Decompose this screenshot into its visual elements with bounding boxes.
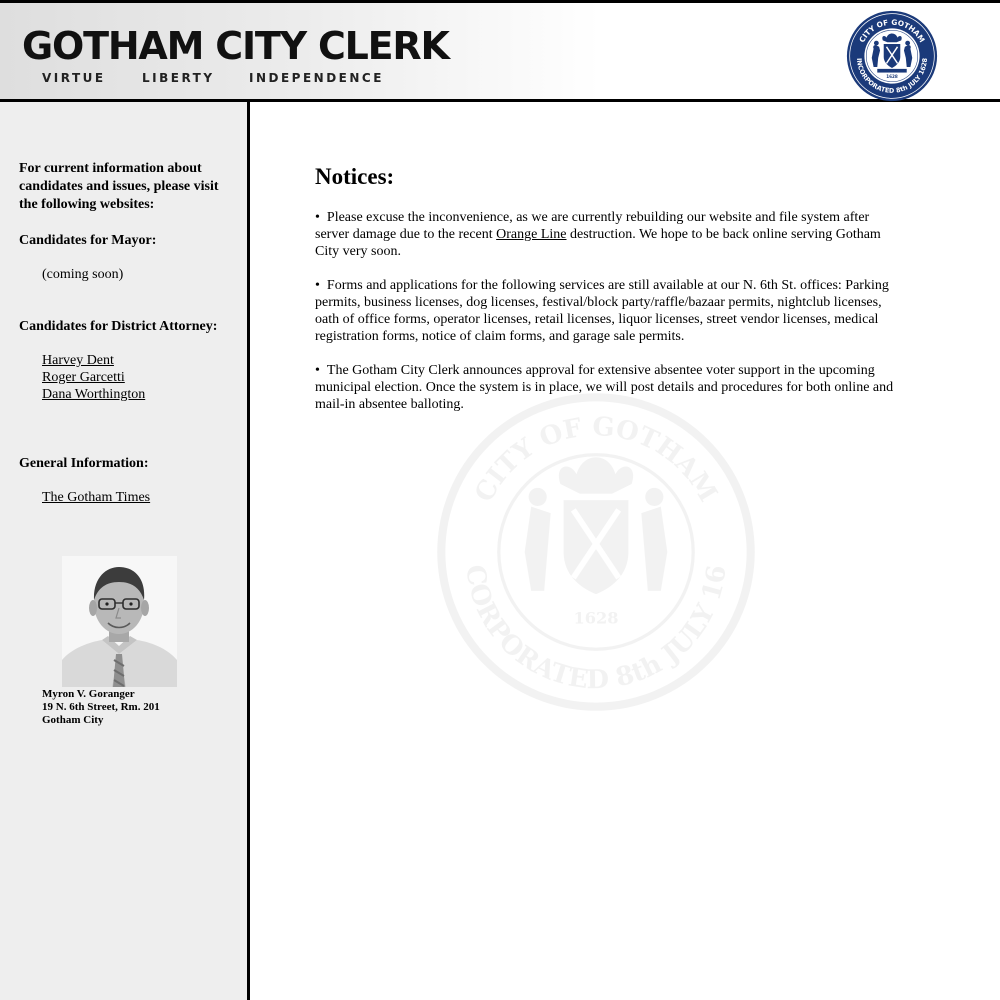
notice-website-rebuild: • Please excuse the inconvenience, as we… <box>315 210 881 259</box>
page: GOTHAM CITY CLERK VIRTUE LIBERTY INDEPEN… <box>0 0 1000 1000</box>
notices-title: Notices: <box>315 164 395 189</box>
notice-forms-available: • Forms and applications for the followi… <box>315 278 889 344</box>
notice-absentee-voting: • The Gotham City Clerk announces approv… <box>315 363 894 412</box>
da-candidates-list: Harvey Dent Roger Garcetti Dana Worthing… <box>42 352 145 403</box>
link-harvey-dent[interactable]: Harvey Dent <box>42 352 145 369</box>
notice-3-text: The Gotham City Clerk announces approval… <box>315 363 894 412</box>
site-title: GOTHAM CITY CLERK <box>22 24 450 68</box>
general-info-heading: General Information: <box>19 456 149 471</box>
main-content: CITY OF GOTHAM INCORPORATED 8th JULY 162… <box>250 102 1000 1000</box>
da-candidates-heading: Candidates for District Attorney: <box>19 319 218 334</box>
city-seal-logo: CITY OF GOTHAM INCORPORATED 8th JULY 162… <box>846 10 938 102</box>
site-header: GOTHAM CITY CLERK VIRTUE LIBERTY INDEPEN… <box>0 0 1000 102</box>
motto-virtue: VIRTUE <box>42 71 106 85</box>
clerk-address: 19 N. 6th Street, Rm. 201 <box>42 701 160 713</box>
watermark-year: 1628 <box>573 608 618 627</box>
general-info-list: The Gotham Times <box>42 489 150 506</box>
clerk-city: Gotham City <box>42 714 104 726</box>
link-orange-line[interactable]: Orange Line <box>496 227 566 242</box>
seal-watermark: CITY OF GOTHAM INCORPORATED 8th JULY 162… <box>434 390 755 711</box>
clerk-contact: Myron V. Goranger 19 N. 6th Street, Rm. … <box>42 688 160 727</box>
clerk-name: Myron V. Goranger <box>42 688 135 700</box>
seal-year: 1628 <box>886 74 898 79</box>
link-dana-worthington[interactable]: Dana Worthington <box>42 386 145 403</box>
clerk-photo <box>62 556 177 687</box>
mayor-coming-soon: (coming soon) <box>42 267 124 282</box>
notice-2-text: Forms and applications for the following… <box>315 278 889 344</box>
link-roger-garcetti[interactable]: Roger Garcetti <box>42 369 145 386</box>
sidebar: For current information about candidates… <box>0 102 250 1000</box>
sidebar-intro: For current information about candidates… <box>19 161 219 212</box>
link-gotham-times[interactable]: The Gotham Times <box>42 489 150 506</box>
mayor-candidates-heading: Candidates for Mayor: <box>19 233 157 248</box>
motto-independence: INDEPENDENCE <box>249 71 384 85</box>
motto-liberty: LIBERTY <box>142 71 215 85</box>
